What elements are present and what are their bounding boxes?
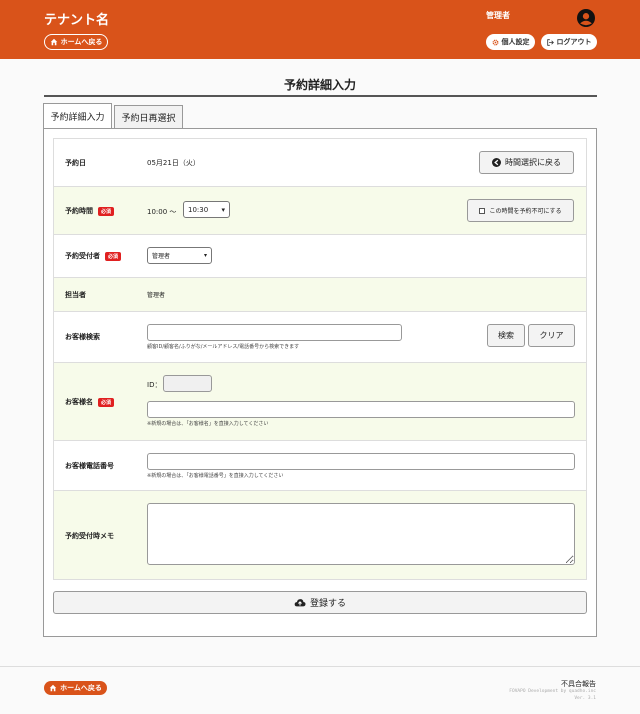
title-divider: [44, 95, 597, 97]
row-time: 予約時間 必須 10:00 〜 10:30 ▾ この時間を予約不可にする: [54, 187, 586, 235]
back-to-time-label: 時間選択に戻る: [505, 158, 561, 167]
row-memo: 予約受付時メモ: [54, 491, 586, 579]
home-button-label: ホームへ戻る: [60, 38, 103, 46]
required-badge: 必須: [98, 397, 115, 407]
memo-label: 予約受付時メモ: [65, 532, 114, 540]
row-customer-search: お客様検索 顧客ID/顧客名/ふりがな/メールアドレス/電話番号から検索できます…: [54, 312, 586, 363]
cloud-upload-icon: [294, 599, 306, 607]
tenant-name: テナント名: [44, 13, 110, 28]
footer-home-button[interactable]: ホームへ戻る: [44, 681, 107, 695]
footer-home-label: ホームへ戻る: [60, 684, 102, 692]
customer-name-label: お客様名 必須: [65, 397, 115, 407]
tab-date-reselect[interactable]: 予約日再選択: [114, 105, 183, 128]
customer-id-label: ID：: [147, 381, 162, 389]
customer-phone-label: お客様電話番号: [65, 462, 114, 470]
tab-reservation-details[interactable]: 予約詳細入力: [43, 103, 112, 128]
personal-settings-button[interactable]: 個人設定: [486, 34, 535, 50]
customer-phone-input[interactable]: [147, 453, 575, 470]
time-separator: 〜: [169, 208, 177, 216]
submit-label: 登録する: [309, 599, 346, 609]
customer-phone-hint: ※新規の場合は、「お客様電話番号」を直接入力してください: [147, 473, 284, 479]
mark-unavailable-label: この時間を予約不可にする: [489, 208, 562, 215]
row-date: 予約日 05月21日（火） 時間選択に戻る: [54, 139, 586, 187]
footer-divider: [0, 666, 640, 667]
time-start: 10:00 〜: [147, 208, 177, 216]
customer-name-hint: ※新規の場合は、「お客様名」を直接入力してください: [147, 421, 269, 427]
customer-search-input[interactable]: [147, 324, 402, 341]
receptionist-value: 管理者: [152, 253, 171, 260]
home-icon: [49, 684, 57, 692]
time-end-value: 10:30: [188, 205, 209, 214]
footer-version: Ver. 3.1: [574, 696, 596, 701]
back-to-time-button[interactable]: 時間選択に戻る: [479, 151, 574, 174]
customer-search-label: お客様検索: [65, 333, 100, 341]
home-button[interactable]: ホームへ戻る: [44, 34, 108, 50]
search-button[interactable]: 検索: [487, 324, 525, 347]
logout-label: ログアウト: [556, 38, 592, 46]
customer-search-hint: 顧客ID/顧客名/ふりがな/メールアドレス/電話番号から検索できます: [147, 344, 300, 350]
time-label: 予約時間 必須: [65, 206, 115, 216]
receptionist-label: 予約受付者 必須: [65, 251, 122, 261]
chevron-down-icon: ▾: [221, 205, 225, 214]
required-badge: 必須: [105, 251, 122, 261]
checkbox-icon: [479, 207, 486, 214]
submit-button[interactable]: 登録する: [53, 591, 587, 614]
logout-button[interactable]: ログアウト: [541, 34, 597, 50]
customer-name-input[interactable]: [147, 401, 575, 418]
home-icon: [50, 38, 57, 46]
circle-arrow-left-icon: [492, 158, 501, 167]
report-link[interactable]: 不具合報告: [561, 679, 596, 689]
date-label: 予約日: [65, 159, 86, 167]
date-value: 05月21日（火）: [147, 159, 200, 167]
chevron-down-icon: ▾: [203, 252, 207, 259]
reservation-form: 予約日 05月21日（火） 時間選択に戻る 予約時間 必須 10:00 〜 10:…: [53, 138, 587, 580]
user-avatar-icon[interactable]: [577, 9, 595, 27]
row-customer-phone: お客様電話番号 ※新規の場合は、「お客様電話番号」を直接入力してください: [54, 441, 586, 491]
row-customer-name: お客様名 必須 ID： ※新規の場合は、「お客様名」を直接入力してください: [54, 363, 586, 441]
time-end-select[interactable]: 10:30 ▾: [183, 201, 230, 218]
row-staff: 担当者 管理者: [54, 278, 586, 312]
personal-settings-label: 個人設定: [501, 38, 530, 46]
required-badge: 必須: [98, 206, 115, 216]
page-title: 予約詳細入力: [283, 78, 356, 92]
memo-textarea[interactable]: [147, 503, 575, 565]
logout-icon: [546, 38, 554, 46]
app-header: テナント名 ホームへ戻る 管理者 個人設定 ログアウト: [0, 0, 640, 59]
mark-unavailable-button[interactable]: この時間を予約不可にする: [467, 199, 574, 222]
row-receptionist: 予約受付者 必須 管理者 ▾: [54, 235, 586, 278]
footer-credit: FOVAPO Development by quadho.inc: [509, 689, 596, 694]
staff-label: 担当者: [65, 291, 86, 299]
clear-button[interactable]: クリア: [528, 324, 575, 347]
customer-id-field[interactable]: [163, 375, 212, 392]
gear-icon: [492, 39, 498, 45]
staff-value: 管理者: [147, 292, 166, 299]
admin-name: 管理者: [486, 11, 510, 20]
receptionist-select[interactable]: 管理者 ▾: [147, 247, 212, 264]
